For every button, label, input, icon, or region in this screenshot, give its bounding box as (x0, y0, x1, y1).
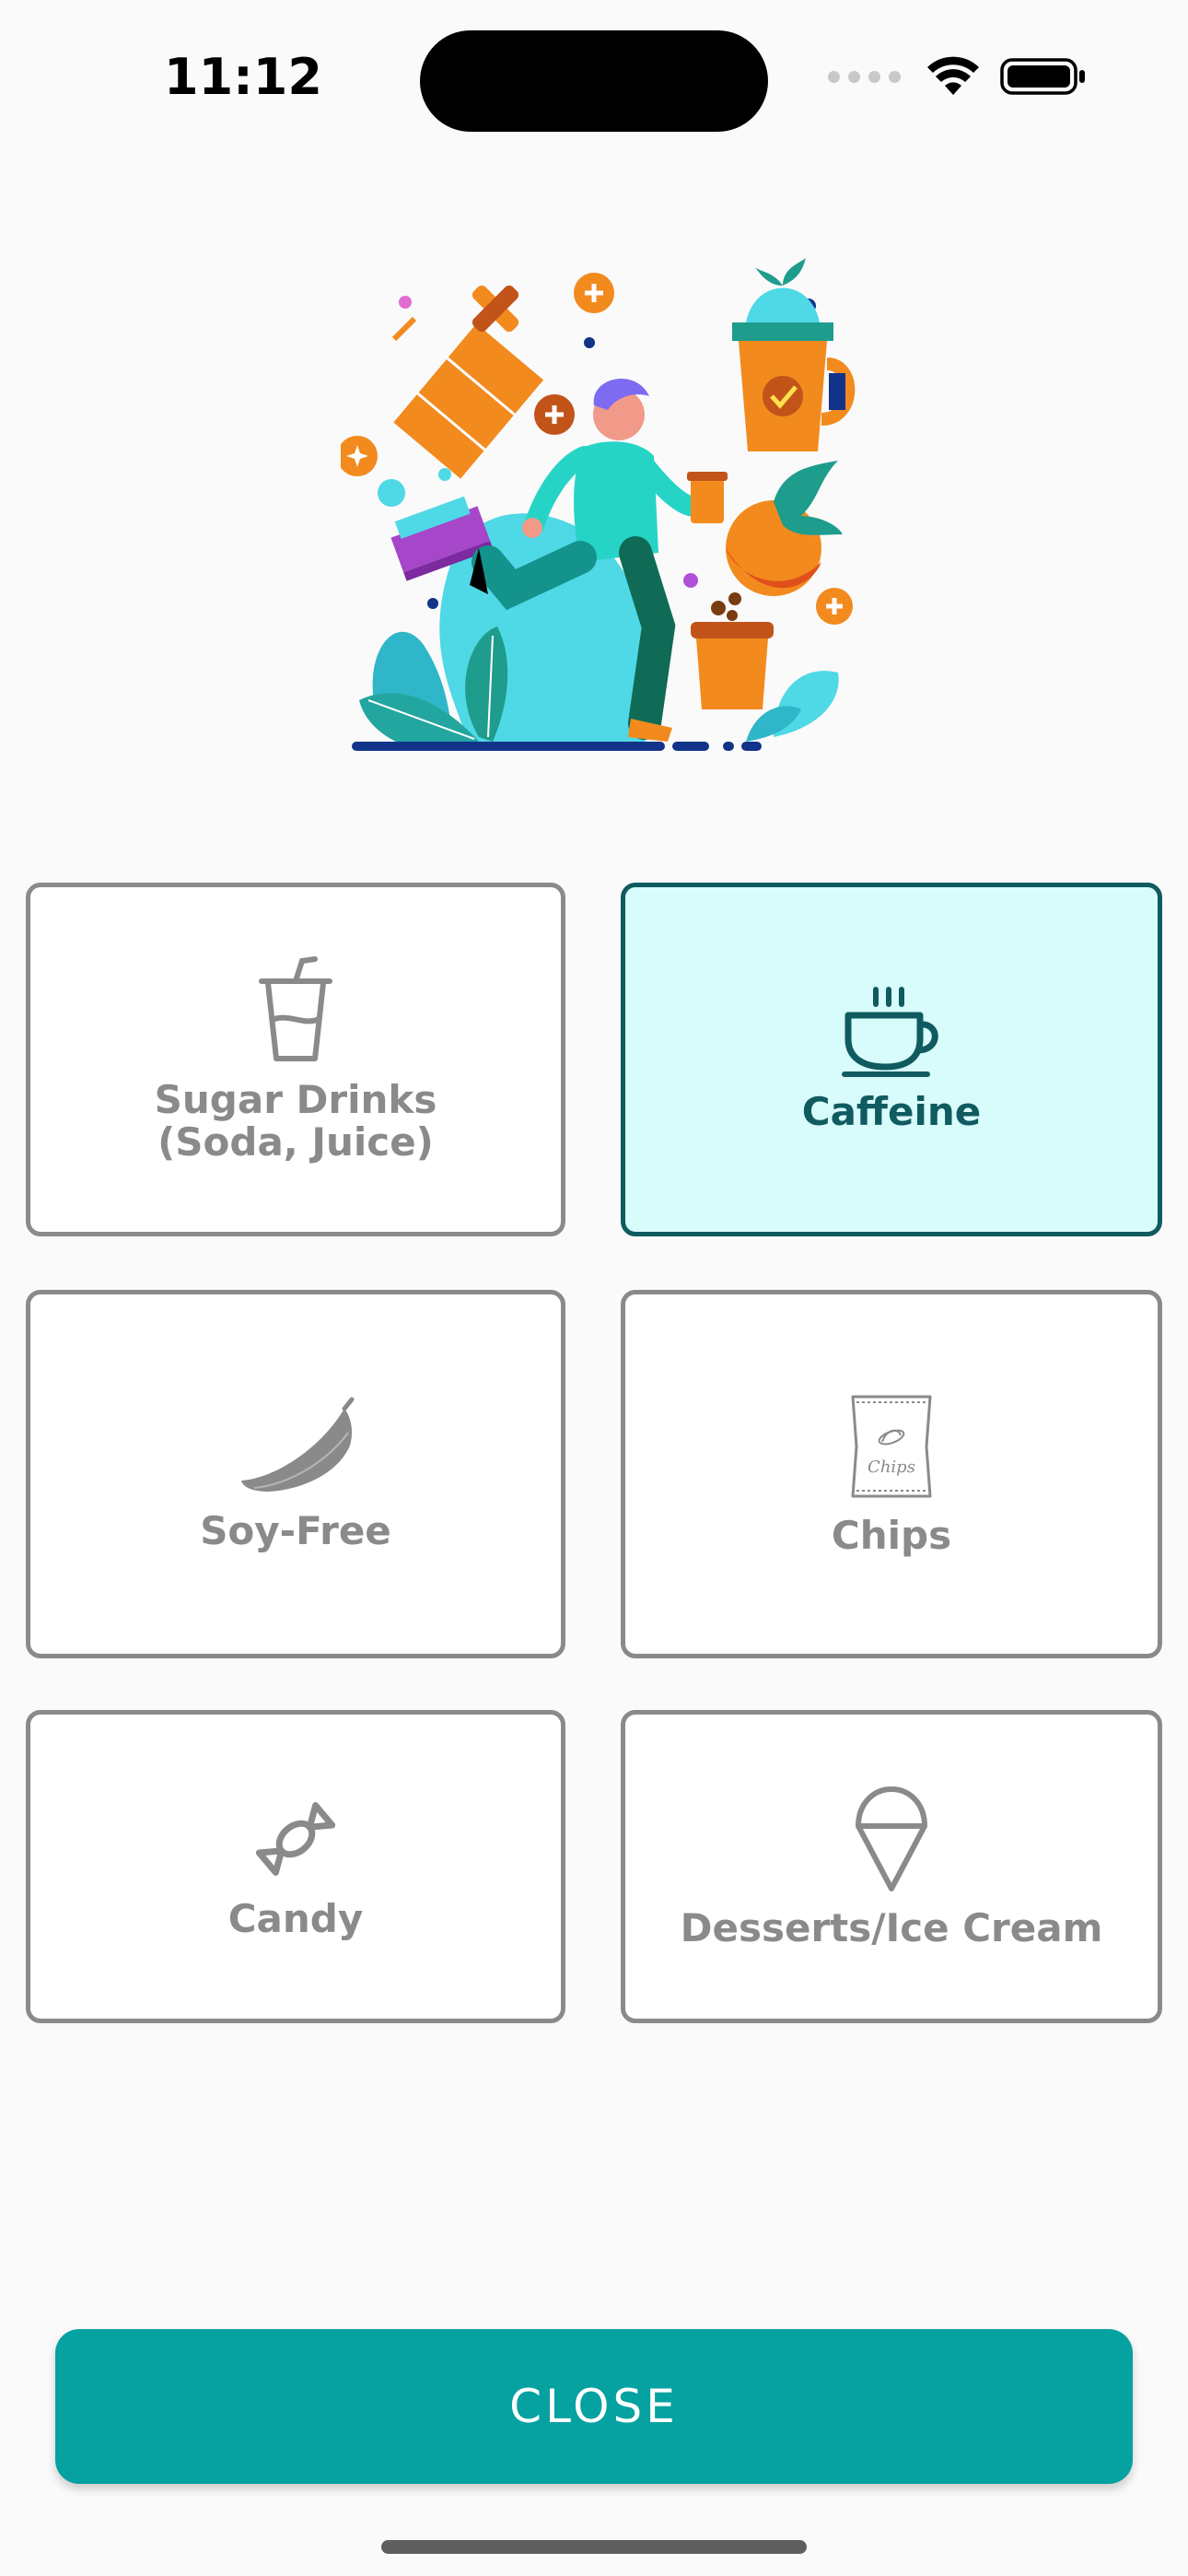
category-label: Candy (227, 1896, 364, 1941)
battery-icon (1000, 58, 1085, 95)
cellular-signal-icon (828, 70, 901, 83)
close-button[interactable]: CLOSE (55, 2329, 1133, 2484)
category-tile-caffeine[interactable]: Caffeine (621, 883, 1162, 1236)
category-tile-sugar-drinks[interactable]: Sugar Drinks (Soda, Juice) (26, 883, 565, 1236)
close-button-label: CLOSE (509, 2380, 679, 2433)
chips-bag-icon: Chips (851, 1395, 932, 1498)
drink-cup-icon (259, 956, 332, 1061)
wifi-icon (927, 56, 979, 95)
category-label: Caffeine (801, 1089, 982, 1134)
category-label: Sugar Drinks (Soda, Juice) (154, 1077, 437, 1165)
hero-illustration (341, 258, 856, 751)
ice-cream-cone-icon (856, 1786, 927, 1891)
status-indicators (828, 53, 1087, 100)
category-label: Chips (831, 1513, 952, 1558)
category-tile-chips[interactable]: Chips Chips (621, 1290, 1162, 1658)
home-indicator[interactable] (381, 2540, 807, 2554)
status-time: 11:12 (164, 48, 322, 106)
coffee-cup-icon (842, 987, 938, 1077)
category-tile-soy-free[interactable]: Soy-Free (26, 1290, 565, 1658)
dynamic-island (420, 30, 768, 132)
chips-bag-text: Chips (868, 1458, 915, 1477)
category-label: Soy-Free (200, 1508, 391, 1553)
candy-icon (255, 1802, 336, 1876)
category-tile-desserts[interactable]: Desserts/Ice Cream (621, 1710, 1162, 2023)
category-tile-candy[interactable]: Candy (26, 1710, 565, 2023)
status-bar: 11:12 (0, 0, 1188, 157)
category-label: Desserts/Ice Cream (680, 1905, 1103, 1950)
soy-bean-icon (241, 1397, 355, 1492)
